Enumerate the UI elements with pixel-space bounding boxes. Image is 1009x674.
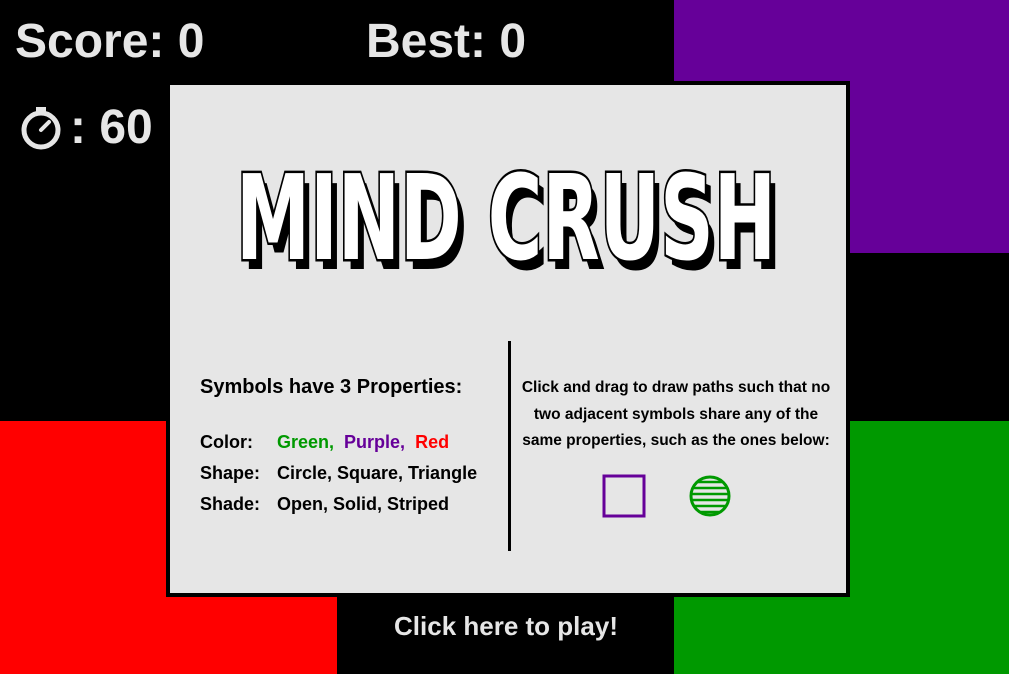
color-value-red: Red [415,432,450,452]
shape-values: Circle, Square, Triangle [277,463,478,483]
properties-heading: Symbols have 3 Properties: [200,376,463,398]
example-symbols [602,474,732,518]
shade-property-row: Shade: Open, Solid, Striped [200,494,477,515]
example-open-square-symbol [602,474,646,518]
shade-values: Open, Solid, Striped [277,494,450,514]
instructions-text: Click and drag to draw paths such that n… [521,379,831,449]
properties-section: Symbols have 3 Properties: Color: Green,… [200,376,477,515]
panel-divider [508,341,511,551]
color-label: Color: [200,432,253,452]
play-button[interactable]: Click here to play! [338,611,674,642]
color-value-green: Green, [277,432,335,452]
shape-property-row: Shape: Circle, Square, Triangle [200,463,477,484]
timer-display: : 60 [18,104,153,152]
game-logo: MIND CRUSH MIND CRUSH [234,147,783,286]
shade-label: Shade: [200,494,261,514]
score-display: Score: 0 [15,15,205,68]
example-striped-circle-symbol [689,475,731,517]
timer-value: : 60 [70,101,153,154]
stopwatch-icon [21,107,61,150]
shape-label: Shape: [200,463,261,483]
color-values: Green, Purple, Red [277,432,449,453]
color-property-row: Color: Green, Purple, Red [200,432,477,453]
intro-panel: MIND CRUSH MIND CRUSH Symbols have 3 Pro… [166,81,850,597]
best-score-display: Best: 0 [366,15,527,68]
logo-text: MIND CRUSH [236,149,776,285]
color-value-purple: Purple, [344,432,406,452]
